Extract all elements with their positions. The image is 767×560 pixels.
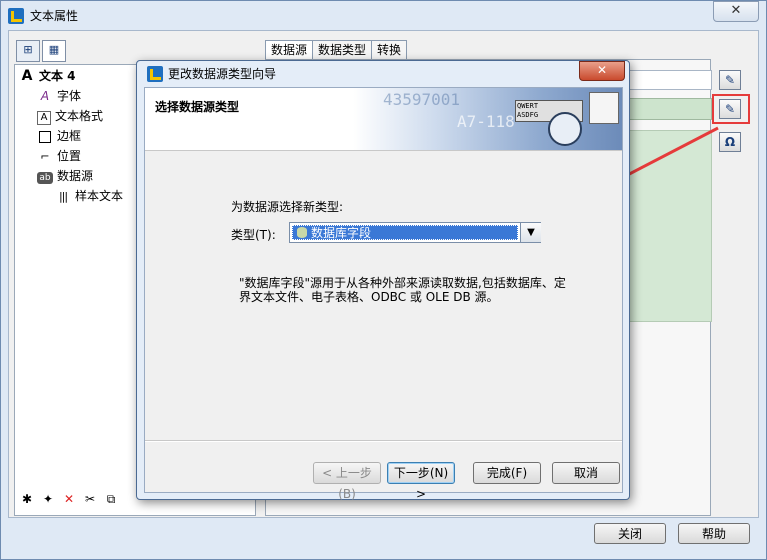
- cut-icon[interactable]: ✂: [81, 492, 99, 508]
- type-description: "数据库字段"源用于从各种外部来源读取数据,包括数据库、定界文本文件、电子表格、…: [239, 276, 566, 304]
- database-icon: [297, 227, 307, 238]
- datasource-icon: ab: [37, 172, 53, 184]
- datasource-value-field[interactable]: [626, 98, 712, 120]
- banner-code-2: A7-118: [457, 112, 515, 131]
- wizard-close-button[interactable]: ✕: [579, 61, 625, 81]
- text-format-icon: A: [37, 111, 51, 125]
- wizard-step-heading: 选择数据源类型: [155, 100, 240, 114]
- copy-icon[interactable]: ⧉: [102, 492, 120, 508]
- wizard-client-area: 43597001 A7-118 QWERT ASDFG 选择数据源类型 为数据源…: [144, 87, 623, 501]
- finish-button[interactable]: 完成(F): [473, 462, 541, 484]
- outer-close-button[interactable]: ✕: [713, 1, 759, 22]
- type-label: 类型(T):: [231, 228, 276, 242]
- delete-icon[interactable]: ✕: [60, 492, 78, 508]
- document-icon: [589, 92, 619, 124]
- help-button[interactable]: 帮助: [678, 523, 750, 544]
- tab-datatype[interactable]: 数据类型: [312, 40, 373, 59]
- datasource-name-field[interactable]: [626, 70, 712, 90]
- datasource-type-combo[interactable]: 数据库字段 ▼: [289, 222, 541, 243]
- list-view-icon[interactable]: ▦: [42, 40, 66, 62]
- text-object-icon: A: [21, 68, 33, 84]
- wizard-app-icon: [147, 66, 163, 82]
- clock-icon: [548, 112, 582, 146]
- edit-datasource-button[interactable]: ✎: [719, 70, 741, 90]
- cancel-button[interactable]: 取消: [552, 462, 620, 484]
- tree-item-sample-text[interactable]: ||| 样本文本: [55, 187, 123, 205]
- wizard-title: 更改数据源类型向导: [168, 67, 277, 81]
- type-prompt: 为数据源选择新类型:: [231, 200, 344, 214]
- close-button[interactable]: 关闭: [594, 523, 666, 544]
- combo-selected-value: 数据库字段: [292, 225, 518, 240]
- barcode-icon: |||: [58, 190, 68, 203]
- tree-bottom-toolbar: ✱ ✦ ✕ ✂ ⧉: [18, 492, 123, 508]
- outer-window-title: 文本属性: [30, 9, 79, 23]
- tree-root-text4[interactable]: A 文本 4: [19, 67, 76, 85]
- position-icon: ⌐: [40, 150, 50, 163]
- wizard-banner: 43597001 A7-118 QWERT ASDFG 选择数据源类型: [145, 88, 622, 151]
- border-icon: [37, 127, 53, 145]
- tree-item-position[interactable]: ⌐ 位置: [37, 147, 81, 165]
- app-logo-icon: [8, 8, 24, 24]
- back-button[interactable]: < 上一步(B): [313, 462, 381, 501]
- tree-item-text-format[interactable]: A 文本格式: [37, 107, 103, 125]
- chevron-down-icon[interactable]: ▼: [520, 223, 541, 242]
- tree-item-font[interactable]: A 字体: [37, 87, 81, 105]
- tree-item-border[interactable]: 边框: [37, 127, 81, 145]
- edit-icon: ✎: [724, 73, 736, 87]
- font-icon: A: [40, 89, 50, 103]
- tab-convert[interactable]: 转换: [371, 40, 408, 59]
- tree-item-datasource[interactable]: ab 数据源: [37, 167, 93, 185]
- datasource-type-wizard: 更改数据源类型向导 ✕ 43597001 A7-118 QWERT ASDFG …: [136, 60, 630, 501]
- outer-title-bar: 文本属性: [8, 6, 78, 26]
- wizard-title-bar: 更改数据源类型向导: [147, 65, 276, 83]
- wizard-separator: [145, 440, 622, 442]
- next-button[interactable]: 下一步(N) >: [387, 462, 455, 501]
- tree-view-icon[interactable]: ⊞: [16, 40, 40, 62]
- wand-icon[interactable]: ✦: [39, 492, 57, 508]
- banner-code-1: 43597001: [383, 90, 461, 109]
- properties-tabs: 数据源 数据类型 转换: [265, 40, 408, 59]
- banner-graphic: 43597001 A7-118 QWERT ASDFG: [353, 88, 622, 150]
- tab-datasource[interactable]: 数据源: [265, 40, 314, 59]
- tree-view-toolbar: ⊞ ▦: [16, 40, 68, 62]
- new-item-icon[interactable]: ✱: [18, 492, 36, 508]
